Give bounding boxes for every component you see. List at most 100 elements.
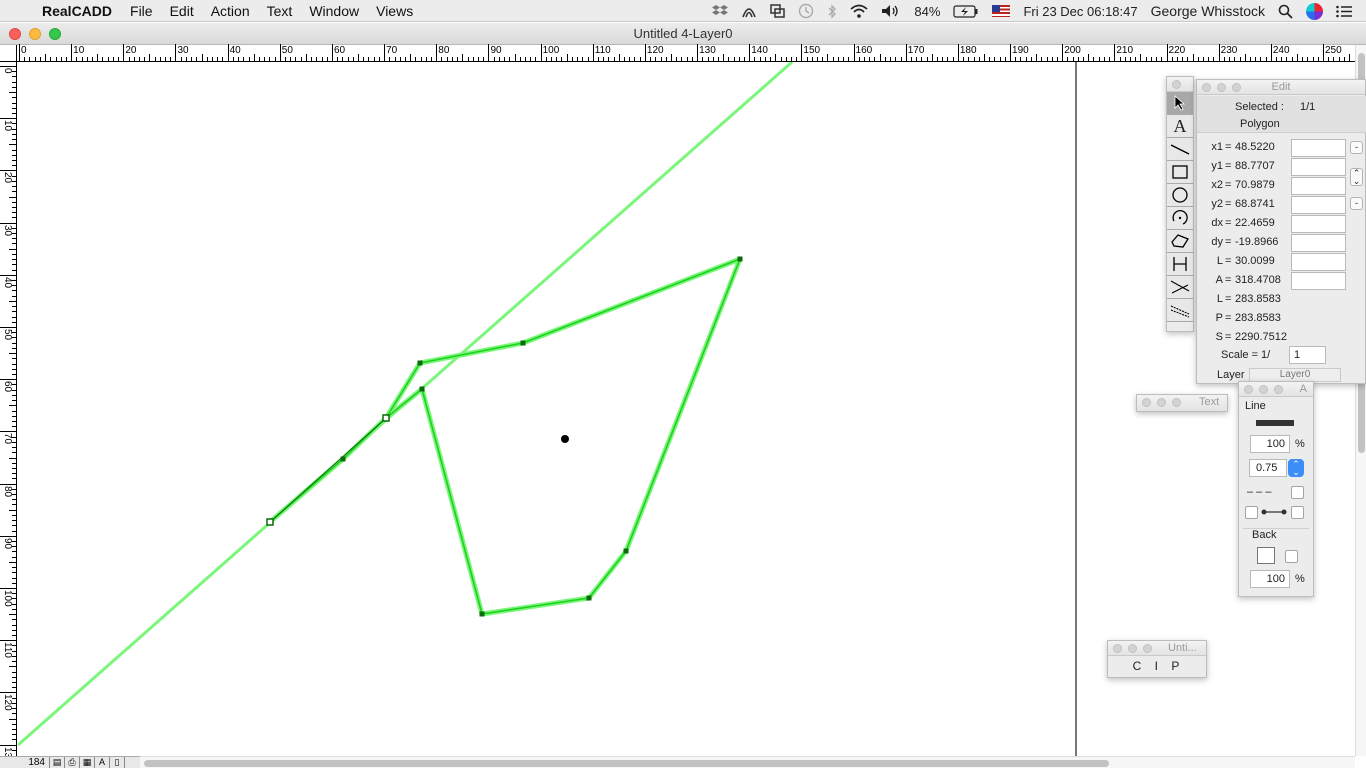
text-palette-titlebar[interactable]: Text (1137, 395, 1227, 411)
polygon-node[interactable] (623, 548, 629, 554)
palette-close-button[interactable] (1113, 644, 1122, 653)
palette-close-button[interactable] (1172, 80, 1181, 89)
rectangle-tool-icon[interactable] (1167, 161, 1193, 184)
edit-row-input[interactable] (1291, 253, 1346, 271)
line-palette-titlebar[interactable]: A (1239, 382, 1313, 397)
grid-icon[interactable]: ▦ (80, 757, 95, 768)
print-icon[interactable]: ⎙ (65, 757, 80, 768)
zoom-window-button[interactable] (49, 28, 61, 40)
app-menu[interactable]: RealCADD (42, 3, 112, 19)
ruler-origin-crosshair-icon[interactable] (0, 45, 17, 62)
arc-tool-icon[interactable] (1167, 207, 1193, 230)
page-setup-icon[interactable]: ▤ (50, 757, 65, 768)
palette-minimize-button[interactable] (1259, 385, 1268, 394)
close-window-button[interactable] (9, 28, 21, 40)
siri-icon[interactable] (1306, 2, 1323, 20)
stepper-minus-button[interactable]: - (1350, 141, 1363, 154)
parallel-tool-icon[interactable] (1167, 299, 1193, 322)
palette-minimize-button[interactable] (1128, 644, 1137, 653)
palette-zoom-button[interactable] (1274, 385, 1283, 394)
dimension-tool-icon[interactable] (1167, 253, 1193, 276)
volume-icon[interactable] (881, 4, 901, 18)
menu-edit[interactable]: Edit (170, 3, 194, 19)
line-tool-icon[interactable] (1167, 138, 1193, 161)
palette-zoom-button[interactable] (1232, 83, 1241, 92)
bluetooth-icon[interactable] (827, 3, 837, 19)
circle-tool-icon[interactable] (1167, 184, 1193, 207)
spotlight-search-icon[interactable] (1278, 4, 1293, 19)
i-button[interactable]: I (1155, 659, 1160, 673)
edit-row-input[interactable] (1291, 272, 1346, 290)
menu-text[interactable]: Text (267, 3, 293, 19)
polygon-node[interactable] (419, 386, 425, 392)
airdrop-icon[interactable] (741, 4, 757, 18)
polygon-start-node[interactable] (266, 518, 274, 526)
end-arrow-checkbox[interactable] (1291, 506, 1304, 519)
edit-row-input[interactable] (1291, 158, 1346, 176)
palette-close-button[interactable] (1202, 83, 1211, 92)
edit-palette-titlebar[interactable]: Edit (1197, 80, 1365, 95)
time-machine-icon[interactable] (798, 3, 814, 19)
tools-palette-titlebar[interactable] (1167, 77, 1193, 92)
palette-zoom-button[interactable] (1143, 644, 1152, 653)
polygon-node[interactable] (479, 611, 485, 617)
palette-close-button[interactable] (1244, 385, 1253, 394)
vertical-ruler[interactable]: 0 10 20 30 40 50 60 70 80 90 100 110 120 130 (0, 62, 17, 763)
user-name[interactable]: George Whisstock (1151, 3, 1265, 19)
text-tool-icon[interactable]: A (1167, 115, 1193, 138)
screen-share-icon[interactable] (770, 4, 786, 18)
cip-palette-titlebar[interactable]: Unti... (1108, 641, 1206, 656)
polygon-node[interactable] (586, 595, 592, 601)
menu-views[interactable]: Views (376, 3, 413, 19)
palette-minimize-button[interactable] (1157, 398, 1166, 407)
text-mode-icon[interactable]: A (95, 757, 110, 768)
c-button[interactable]: C (1133, 659, 1144, 673)
arrow-icon[interactable] (1167, 92, 1193, 115)
palette-zoom-button[interactable] (1172, 398, 1181, 407)
polygon-node[interactable] (737, 256, 743, 262)
battery-percent[interactable]: 84% (914, 4, 940, 19)
dash-checkbox[interactable] (1291, 486, 1304, 499)
line-color-swatch[interactable] (1256, 420, 1294, 426)
back-color-swatch[interactable] (1257, 547, 1275, 564)
input-source-flag-icon[interactable] (992, 5, 1011, 17)
line-width-input[interactable]: 0.75 (1249, 459, 1287, 477)
edit-row-input[interactable] (1291, 177, 1346, 195)
clock[interactable]: Fri 23 Dec 06:18:47 (1023, 4, 1137, 19)
back-opacity-input[interactable]: 100 (1250, 570, 1290, 588)
palette-close-button[interactable] (1142, 398, 1151, 407)
menu-action[interactable]: Action (211, 3, 250, 19)
stepper-updown-button[interactable]: ⌃ ⌄ (1350, 168, 1363, 186)
layer-popup[interactable]: Layer0 (1249, 368, 1341, 382)
polygon-node[interactable] (520, 340, 526, 346)
document-icon[interactable]: ▯ (110, 757, 125, 768)
menu-window[interactable]: Window (309, 3, 359, 19)
scale-input[interactable]: 1 (1289, 346, 1326, 364)
horizontal-scrollbar[interactable] (140, 756, 1355, 768)
edit-row-input[interactable] (1291, 234, 1346, 252)
p-button[interactable]: P (1171, 659, 1181, 673)
line-width-stepper[interactable]: ⌃ ⌄ (1288, 459, 1304, 477)
polygon-node[interactable] (382, 414, 390, 422)
start-arrow-checkbox[interactable] (1245, 506, 1258, 519)
polygon-centroid-point[interactable] (561, 435, 569, 443)
horizontal-scroll-thumb[interactable] (144, 760, 1109, 767)
palette-minimize-button[interactable] (1217, 83, 1226, 92)
stepper-minus-button-2[interactable]: - (1350, 197, 1363, 210)
horizontal-ruler[interactable]: 0 10 20 30 40 50 60 70 80 90 100 110 120 130 140 150 160… (17, 44, 1355, 62)
back-fill-checkbox[interactable] (1285, 550, 1298, 563)
edit-row-input[interactable] (1291, 139, 1346, 157)
wifi-icon[interactable] (850, 4, 868, 18)
zoom-level[interactable]: 184 (0, 756, 50, 768)
polygon-node[interactable] (340, 456, 346, 462)
battery-icon[interactable] (953, 4, 979, 18)
menu-file[interactable]: File (130, 3, 153, 19)
polygon-tool-icon[interactable] (1167, 230, 1193, 253)
edit-row-input[interactable] (1291, 215, 1346, 233)
minimize-window-button[interactable] (29, 28, 41, 40)
line-opacity-input[interactable]: 100 (1250, 435, 1290, 453)
notification-center-icon[interactable] (1336, 5, 1352, 18)
edit-row-input[interactable] (1291, 196, 1346, 214)
polygon-node[interactable] (417, 360, 423, 366)
dropbox-icon[interactable] (712, 4, 729, 18)
